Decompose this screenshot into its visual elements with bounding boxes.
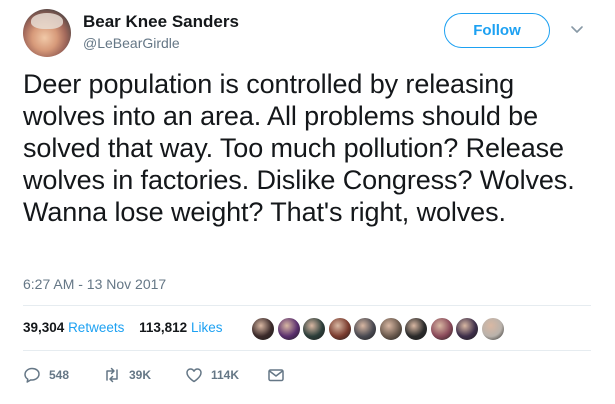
liker-avatar[interactable] <box>251 317 275 341</box>
tweet-actions: 548 39K 114K <box>23 364 323 386</box>
tweet-header: Bear Knee Sanders @LeBearGirdle Follow <box>23 9 593 59</box>
chevron-down-icon[interactable] <box>569 21 585 37</box>
liker-avatar[interactable] <box>327 317 352 341</box>
tweet-text: Deer population is controlled by releasi… <box>23 69 575 227</box>
retweet-button[interactable]: 39K <box>103 364 151 386</box>
divider <box>23 305 591 306</box>
likes-label: Likes <box>190 320 223 335</box>
divider <box>23 350 591 351</box>
avatar[interactable] <box>23 9 71 57</box>
reply-button[interactable]: 548 <box>23 364 69 386</box>
reply-count: 548 <box>49 368 70 382</box>
liker-avatar[interactable] <box>302 317 326 341</box>
tweet-stats: 39,304 Retweets 113,812 Likes <box>23 319 222 337</box>
liker-avatar[interactable] <box>480 317 505 341</box>
follow-button[interactable]: Follow <box>444 13 550 48</box>
retweets-stat[interactable]: 39,304 Retweets <box>23 320 139 335</box>
envelope-icon <box>268 369 284 382</box>
user-name[interactable]: Bear Knee Sanders <box>83 11 239 33</box>
likes-stat[interactable]: 113,812 Likes <box>139 320 222 335</box>
likes-count: 113,812 <box>139 320 188 335</box>
like-count: 114K <box>211 368 240 382</box>
liker-avatar[interactable] <box>404 317 428 341</box>
liker-avatar[interactable] <box>353 317 377 341</box>
liker-avatar[interactable] <box>455 317 479 341</box>
direct-message-button[interactable] <box>267 364 285 386</box>
liker-avatar[interactable] <box>429 317 454 341</box>
user-handle[interactable]: @LeBearGirdle <box>83 34 180 52</box>
heart-icon <box>186 368 202 383</box>
reply-icon <box>24 367 40 383</box>
liker-avatar[interactable] <box>276 317 301 341</box>
retweet-icon <box>106 367 118 383</box>
retweet-count: 39K <box>129 368 152 382</box>
retweets-label: Retweets <box>68 320 125 335</box>
tweet-timestamp[interactable]: 6:27 AM - 13 Nov 2017 <box>23 275 166 293</box>
liker-avatar[interactable] <box>378 317 403 341</box>
retweets-count: 39,304 <box>23 320 65 335</box>
like-button[interactable]: 114K <box>185 364 239 386</box>
